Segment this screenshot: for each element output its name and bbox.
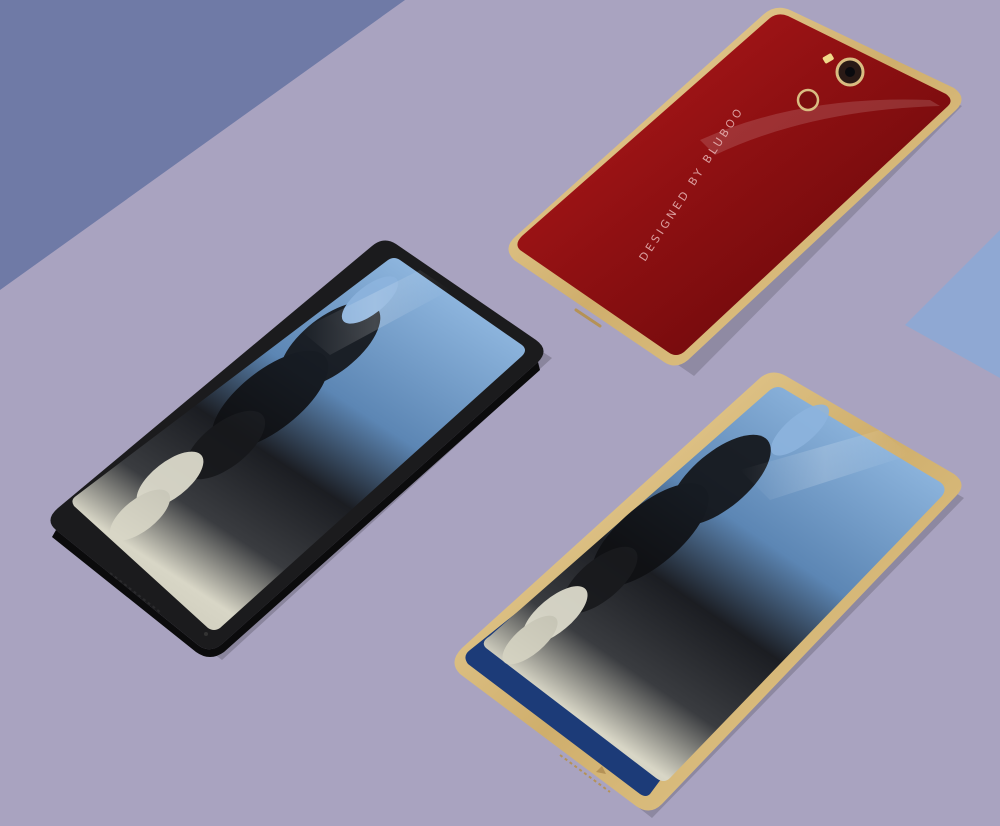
speaker-grille-dot [204, 632, 208, 636]
camera-lens-inner [845, 67, 855, 77]
fingerprint-sensor-icon [796, 88, 820, 112]
product-scene: DESIGNED BY BLUBOO [0, 0, 1000, 826]
